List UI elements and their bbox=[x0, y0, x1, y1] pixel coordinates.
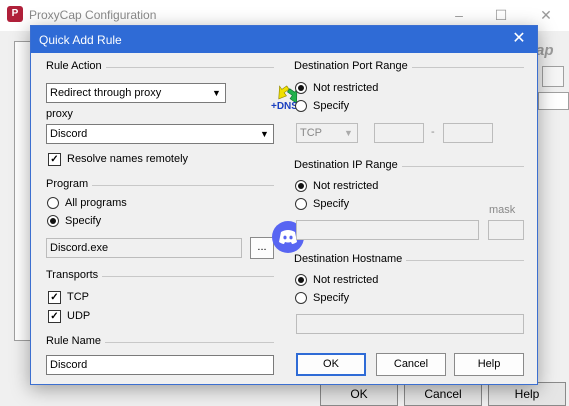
transports-label: Transports bbox=[46, 269, 103, 281]
quick-add-rule-dialog: Quick Add Rule ✕ Rule Action Redirect th… bbox=[30, 25, 538, 385]
parent-ok-button[interactable]: OK bbox=[320, 382, 398, 406]
dest-port-protocol-value: TCP bbox=[300, 127, 322, 139]
dest-port-specify-label: Specify bbox=[313, 100, 350, 112]
close-icon[interactable]: ✕ bbox=[537, 6, 555, 24]
dest-host-field[interactable] bbox=[296, 314, 524, 334]
chevron-down-icon: ▼ bbox=[209, 85, 224, 101]
dest-port-specify-radio[interactable] bbox=[295, 100, 307, 112]
help-button[interactable]: Help bbox=[454, 353, 524, 376]
dest-port-not-restricted-radio[interactable] bbox=[295, 82, 307, 94]
udp-checkbox[interactable]: ✓ bbox=[48, 310, 61, 323]
program-specify-radio[interactable] bbox=[47, 215, 59, 227]
tcp-checkbox[interactable]: ✓ bbox=[48, 291, 61, 304]
cancel-button[interactable]: Cancel bbox=[376, 353, 446, 376]
tcp-label: TCP bbox=[67, 291, 89, 303]
dest-ip-label: Destination IP Range bbox=[294, 159, 402, 171]
parent-cancel-button[interactable]: Cancel bbox=[404, 382, 482, 406]
rule-name-label: Rule Name bbox=[46, 335, 106, 347]
proxycap-app-icon: P bbox=[7, 6, 23, 22]
dest-host-not-restricted-label: Not restricted bbox=[313, 274, 379, 286]
parent-title: ProxyCap Configuration bbox=[29, 8, 157, 22]
dest-ip-not-restricted-radio[interactable] bbox=[295, 180, 307, 192]
parent-list-header bbox=[538, 92, 569, 110]
program-specify-label: Specify bbox=[65, 215, 102, 227]
dest-ip-not-restricted-label: Not restricted bbox=[313, 180, 379, 192]
dest-host-specify-label: Specify bbox=[313, 292, 350, 304]
dest-host-not-restricted-radio[interactable] bbox=[295, 274, 307, 286]
program-path-field[interactable]: Discord.exe bbox=[46, 238, 242, 258]
rule-action-label: Rule Action bbox=[46, 60, 106, 72]
rule-action-select[interactable]: Redirect through proxy ▼ bbox=[46, 83, 226, 103]
program-label: Program bbox=[46, 178, 93, 190]
rule-action-value: Redirect through proxy bbox=[50, 87, 162, 99]
dest-port-not-restricted-label: Not restricted bbox=[313, 82, 379, 94]
program-all-label: All programs bbox=[65, 197, 127, 209]
maximize-icon[interactable]: ☐ bbox=[492, 6, 510, 24]
ok-button[interactable]: OK bbox=[296, 353, 366, 376]
dest-host-specify-radio[interactable] bbox=[295, 292, 307, 304]
dest-ip-field[interactable] bbox=[296, 220, 479, 240]
dest-host-label: Destination Hostname bbox=[294, 253, 407, 265]
parent-help-button[interactable]: Help bbox=[488, 382, 566, 406]
resolve-remotely-label: Resolve names remotely bbox=[67, 153, 189, 165]
dest-ip-mask-field[interactable] bbox=[488, 220, 524, 240]
dest-port-separator: - bbox=[431, 126, 435, 138]
dest-ip-specify-label: Specify bbox=[313, 198, 350, 210]
dest-port-to-field[interactable] bbox=[443, 123, 493, 143]
rule-name-value: Discord bbox=[50, 359, 88, 371]
rule-name-input[interactable]: Discord bbox=[46, 355, 274, 375]
dest-ip-specify-radio[interactable] bbox=[295, 198, 307, 210]
proxy-label: proxy bbox=[46, 108, 73, 120]
dest-port-label: Destination Port Range bbox=[294, 60, 412, 72]
program-path-value: Discord.exe bbox=[50, 242, 109, 254]
proxy-value: Discord bbox=[50, 128, 88, 140]
minimize-icon[interactable]: – bbox=[450, 6, 468, 24]
dest-port-from-field[interactable] bbox=[374, 123, 424, 143]
chevron-down-icon: ▼ bbox=[341, 125, 356, 141]
parent-caption: ap bbox=[536, 42, 554, 59]
resolve-remotely-checkbox[interactable]: ✓ bbox=[48, 153, 61, 166]
udp-label: UDP bbox=[67, 310, 91, 322]
proxy-select[interactable]: Discord ▼ bbox=[46, 124, 274, 144]
dialog-title: Quick Add Rule bbox=[39, 33, 122, 47]
chevron-down-icon: ▼ bbox=[257, 126, 272, 142]
program-all-radio[interactable] bbox=[47, 197, 59, 209]
browse-button[interactable]: ... bbox=[250, 237, 274, 259]
dialog-titlebar: Quick Add Rule ✕ bbox=[31, 26, 537, 53]
dest-ip-mask-label: mask bbox=[489, 204, 516, 216]
copy-icon[interactable] bbox=[542, 66, 564, 87]
close-icon[interactable]: ✕ bbox=[509, 29, 529, 49]
dest-port-protocol-select[interactable]: TCP ▼ bbox=[296, 123, 358, 143]
